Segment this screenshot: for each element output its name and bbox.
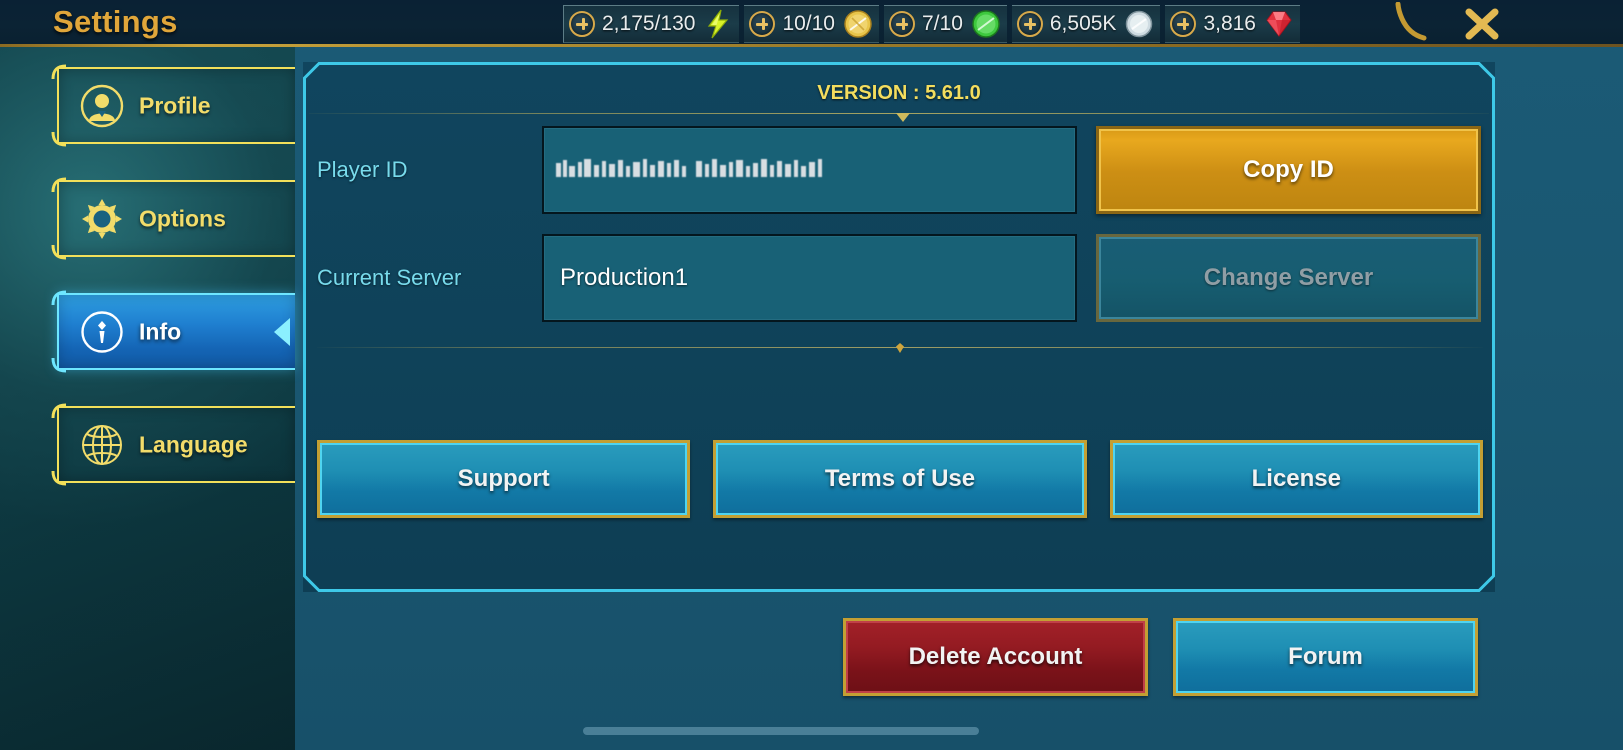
add-silver-coin-icon[interactable] [1016, 10, 1043, 37]
player-id-field[interactable] [542, 126, 1077, 214]
sidebar-item-info[interactable]: Info [51, 290, 295, 373]
copy-id-button[interactable]: Copy ID [1096, 126, 1481, 214]
sidebar-item-label: Options [139, 205, 226, 231]
add-gold-coin-icon[interactable] [749, 10, 776, 37]
link-buttons-row: Support Terms of Use License [317, 440, 1483, 518]
sidebar-item-label: Profile [139, 92, 211, 118]
version-caret-icon [896, 113, 910, 122]
green-coin-icon [969, 8, 1003, 40]
change-server-label: Change Server [1203, 264, 1374, 291]
bottom-actions-row: Delete Account Forum [843, 618, 1478, 696]
user-avatar-icon [79, 83, 125, 129]
player-id-row: Player ID Copy ID [303, 126, 1495, 214]
gold-corner-decoration [1392, 1, 1440, 48]
copy-id-label: Copy ID [1243, 156, 1334, 183]
red-gem-icon [1262, 8, 1296, 40]
terms-of-use-label: Terms of Use [824, 465, 976, 492]
delete-account-button[interactable]: Delete Account [843, 618, 1148, 696]
resource-item-gold-coin[interactable]: 10/10 [744, 4, 879, 43]
current-server-label: Current Server [317, 265, 462, 290]
resource-item-silver-coin[interactable]: 6,505K [1011, 4, 1161, 43]
current-server-value: Production1 [560, 264, 689, 291]
resource-item-stamina[interactable]: 2,175/130 [563, 4, 740, 43]
divider-diamond-icon [896, 343, 904, 353]
current-server-row: Current Server Production1 Change Server [303, 234, 1495, 322]
sidebar-item-label: Language [139, 431, 248, 457]
player-id-value-censored [556, 157, 836, 183]
support-label: Support [457, 465, 550, 492]
top-bar: Settings 2,175/130 10/10 7/10 6,505K 3,8… [0, 0, 1623, 47]
add-green-coin-icon[interactable] [889, 10, 915, 37]
section-divider [317, 343, 1483, 353]
info-circle-icon [79, 309, 125, 355]
resource-value: 7/10 [922, 11, 963, 35]
info-panel: VERSION : 5.61.0 Player ID Copy ID Curre… [303, 62, 1495, 592]
forum-button[interactable]: Forum [1173, 618, 1478, 696]
sidebar-item-profile[interactable]: Profile [51, 64, 295, 147]
silver-coin-icon [1122, 8, 1156, 40]
lightning-bolt-icon [701, 8, 735, 40]
add-stamina-icon[interactable] [569, 10, 595, 37]
resource-value: 2,175/130 [602, 11, 696, 35]
license-button[interactable]: License [1109, 440, 1483, 518]
gold-coin-icon [841, 8, 875, 40]
license-label: License [1251, 465, 1342, 492]
sidebar-nav: Profile Options Info Language [0, 50, 295, 750]
change-server-button[interactable]: Change Server [1096, 234, 1481, 322]
delete-account-label: Delete Account [908, 643, 1083, 670]
resource-item-green-coin[interactable]: 7/10 [884, 4, 1007, 43]
resource-bar: 2,175/130 10/10 7/10 6,505K 3,816 [563, 3, 1305, 44]
resource-value: 10/10 [782, 11, 835, 35]
forum-label: Forum [1288, 643, 1363, 670]
chevron-left-icon [272, 316, 292, 348]
resource-value: 3,816 [1203, 11, 1256, 35]
add-gems-icon[interactable] [1170, 10, 1197, 37]
globe-icon [79, 422, 125, 468]
current-server-field[interactable]: Production1 [542, 234, 1077, 322]
player-id-label: Player ID [317, 157, 408, 182]
version-label: VERSION : 5.61.0 [817, 82, 981, 104]
resource-value: 6,505K [1049, 11, 1117, 35]
sidebar-item-language[interactable]: Language [51, 403, 295, 486]
resource-item-gems[interactable]: 3,816 [1165, 4, 1300, 43]
gear-icon [79, 196, 125, 242]
close-button[interactable] [1460, 5, 1504, 43]
support-button[interactable]: Support [317, 440, 691, 518]
sidebar-item-options[interactable]: Options [51, 177, 295, 260]
terms-of-use-button[interactable]: Terms of Use [713, 440, 1087, 518]
sidebar-item-label: Info [139, 318, 182, 344]
page-title: Settings [53, 4, 178, 39]
horizontal-scrollbar[interactable] [583, 727, 979, 735]
